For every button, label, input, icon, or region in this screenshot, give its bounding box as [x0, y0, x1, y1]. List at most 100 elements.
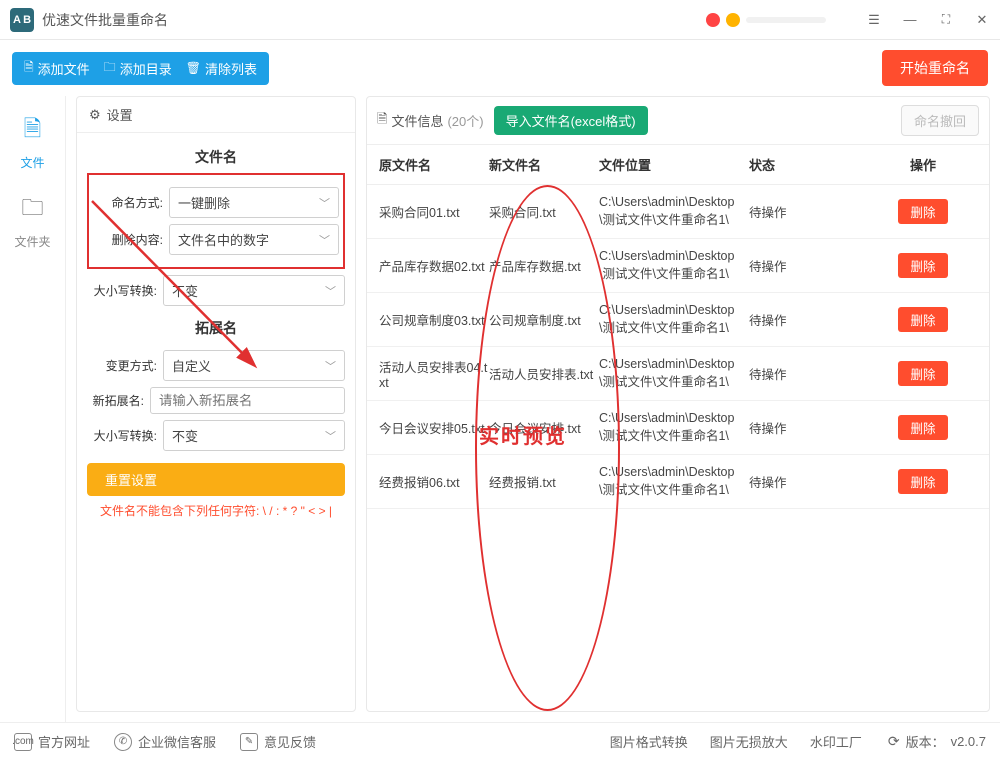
img-convert-link[interactable]: 图片格式转换	[610, 732, 688, 751]
cell-new: 活动人员安排表.txt	[489, 364, 599, 383]
version-label: 版本：	[906, 732, 945, 751]
add-dir-button[interactable]: 🗀添加目录	[104, 58, 172, 79]
input-newext[interactable]	[150, 387, 345, 414]
table-row: 经费报销06.txt经费报销.txtC:\Users\admin\Desktop…	[367, 455, 989, 509]
rail-item-folders[interactable]: 🗀 文件夹	[0, 181, 65, 260]
cell-status: 待操作	[749, 256, 869, 275]
col-status: 状态	[749, 155, 869, 174]
select-changeway[interactable]: 自定义 ﹀	[163, 350, 345, 381]
label-case2: 大小写转换:	[87, 427, 157, 444]
note-icon: ✎	[240, 733, 258, 751]
settings-panel: ⚙ 设置 文件名 命名方式: 一键删除 ﹀ 删除内容:	[76, 96, 356, 712]
file-icon: 🗎	[377, 110, 387, 132]
status-dot-yellow-icon	[726, 13, 740, 27]
cell-status: 待操作	[749, 472, 869, 491]
left-rail: 🗎 文件 🗀 文件夹	[0, 96, 66, 722]
fileinfo-header-count: (20个)	[447, 111, 483, 130]
label-case: 大小写转换:	[87, 282, 157, 299]
cell-orig: 活动人员安排表04.txt	[379, 357, 489, 390]
official-site-link[interactable]: .com官方网址	[14, 732, 90, 751]
user-placeholder	[746, 17, 826, 23]
file-plus-icon: 🗎	[24, 58, 34, 79]
cell-new: 公司规章制度.txt	[489, 310, 599, 329]
cell-orig: 采购合同01.txt	[379, 202, 489, 221]
version-info[interactable]: ⟳ 版本： v2.0.7	[888, 732, 986, 751]
col-original: 原文件名	[379, 155, 489, 174]
cell-orig: 产品库存数据02.txt	[379, 256, 489, 275]
cell-op: 删除	[869, 361, 977, 386]
cell-status: 待操作	[749, 202, 869, 221]
reset-button[interactable]: 重置设置	[87, 463, 345, 496]
table-row: 公司规章制度03.txt公司规章制度.txtC:\Users\admin\Des…	[367, 293, 989, 347]
label-delete-content: 删除内容:	[93, 231, 163, 248]
fileinfo-header: 🗎 文件信息 (20个)	[377, 110, 484, 132]
select-case2-value: 不变	[172, 426, 198, 445]
gear-icon: ⚙	[89, 107, 101, 123]
table-header: 原文件名 新文件名 文件位置 状态 操作	[367, 145, 989, 185]
cell-path: C:\Users\admin\Desktop\测试文件\文件重命名1\	[599, 411, 749, 444]
highlight-box: 命名方式: 一键删除 ﹀ 删除内容: 文件名中的数字 ﹀	[87, 173, 345, 269]
toolbar: 🗎添加文件 🗀添加目录 🗑清除列表	[12, 52, 269, 85]
cell-path: C:\Users\admin\Desktop\测试文件\文件重命名1\	[599, 249, 749, 282]
start-rename-button[interactable]: 开始重命名	[882, 50, 988, 86]
cell-new: 经费报销.txt	[489, 472, 599, 491]
version-value: v2.0.7	[951, 734, 986, 749]
chevron-down-icon: ﹀	[325, 428, 336, 444]
select-case[interactable]: 不变 ﹀	[163, 275, 345, 306]
menu-icon[interactable]: ☰	[866, 12, 882, 28]
delete-row-button[interactable]: 删除	[898, 253, 947, 278]
cell-op: 删除	[869, 307, 977, 332]
cell-op: 删除	[869, 415, 977, 440]
table-row: 采购合同01.txt采购合同.txtC:\Users\admin\Desktop…	[367, 185, 989, 239]
undo-rename-button[interactable]: 命名撤回	[901, 105, 979, 136]
import-excel-button[interactable]: 导入文件名(excel格式)	[494, 106, 648, 135]
cell-path: C:\Users\admin\Desktop\测试文件\文件重命名1\	[599, 303, 749, 336]
rail-item-label: 文件夹	[14, 235, 50, 249]
watermark-link[interactable]: 水印工厂	[810, 732, 862, 751]
user-strip	[706, 13, 826, 27]
toolbar-wrap: 🗎添加文件 🗀添加目录 🗑清除列表 开始重命名	[0, 40, 1000, 96]
add-file-button[interactable]: 🗎添加文件	[24, 58, 90, 79]
cell-path: C:\Users\admin\Desktop\测试文件\文件重命名1\	[599, 195, 749, 228]
delete-row-button[interactable]: 删除	[898, 199, 947, 224]
table-row: 今日会议安排05.txt今日会议安排.txtC:\Users\admin\Des…	[367, 401, 989, 455]
select-changeway-value: 自定义	[172, 356, 211, 375]
rail-item-files[interactable]: 🗎 文件	[0, 102, 65, 181]
file-icon: 🗎	[0, 112, 65, 150]
delete-row-button[interactable]: 删除	[898, 469, 947, 494]
cell-path: C:\Users\admin\Desktop\测试文件\文件重命名1\	[599, 357, 749, 390]
delete-row-button[interactable]: 删除	[898, 361, 947, 386]
maximize-icon[interactable]: ⛶	[938, 12, 954, 28]
clear-list-button[interactable]: 🗑清除列表	[186, 59, 257, 78]
chevron-down-icon: ﹀	[325, 358, 336, 374]
feedback-link[interactable]: ✎意见反馈	[240, 732, 316, 751]
chevron-down-icon: ﹀	[319, 195, 330, 211]
refresh-icon: ⟳	[888, 733, 900, 750]
cell-orig: 今日会议安排05.txt	[379, 418, 489, 437]
delete-row-button[interactable]: 删除	[898, 307, 947, 332]
select-case2[interactable]: 不变 ﹀	[163, 420, 345, 451]
filename-warning: 文件名不能包含下列任何字符: \ / : * ? " < > |	[87, 502, 345, 519]
status-dot-red-icon	[706, 13, 720, 27]
select-case-value: 不变	[172, 281, 198, 300]
minimize-icon[interactable]: —	[902, 12, 918, 28]
wecom-support-link[interactable]: ✆企业微信客服	[114, 732, 216, 751]
col-new: 新文件名	[489, 155, 599, 174]
table-body[interactable]: 实时预览 采购合同01.txt采购合同.txtC:\Users\admin\De…	[367, 185, 989, 711]
section-filename-title: 文件名	[87, 141, 345, 173]
img-zoom-link[interactable]: 图片无损放大	[710, 732, 788, 751]
cell-op: 删除	[869, 199, 977, 224]
delete-row-button[interactable]: 删除	[898, 415, 947, 440]
col-op: 操作	[869, 155, 977, 174]
select-method[interactable]: 一键删除 ﹀	[169, 187, 339, 218]
close-icon[interactable]: ✕	[974, 12, 990, 28]
select-delete-value: 文件名中的数字	[178, 230, 269, 249]
settings-header-label: 设置	[107, 105, 133, 124]
folder-icon: 🗀	[0, 191, 65, 229]
cell-status: 待操作	[749, 364, 869, 383]
cell-new: 今日会议安排.txt	[489, 418, 599, 437]
trash-icon: 🗑	[186, 61, 201, 75]
select-delete-content[interactable]: 文件名中的数字 ﹀	[169, 224, 339, 255]
rail-item-label: 文件	[20, 156, 44, 170]
folder-plus-icon: 🗀	[104, 58, 116, 79]
